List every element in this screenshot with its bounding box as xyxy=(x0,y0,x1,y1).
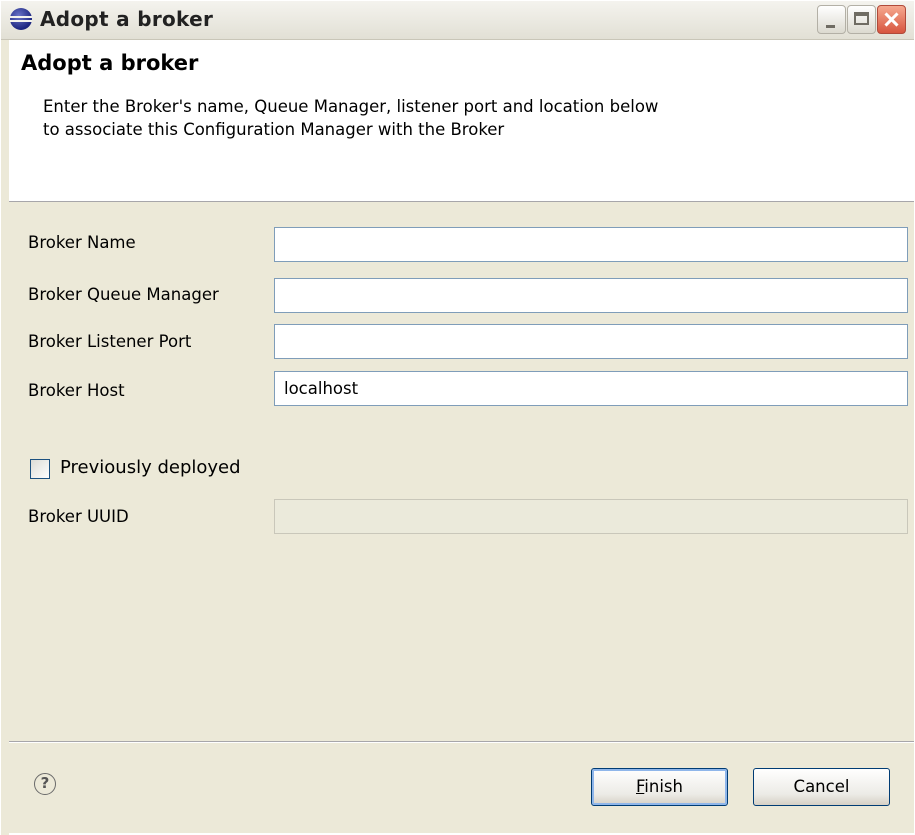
close-button[interactable] xyxy=(877,5,906,34)
broker-uuid-input xyxy=(274,499,908,534)
broker-host-input[interactable] xyxy=(274,371,908,406)
title-bar[interactable]: Adopt a broker xyxy=(1,1,914,40)
window-left-edge xyxy=(1,40,9,835)
listener-port-input[interactable] xyxy=(274,324,908,359)
previously-deployed-checkbox[interactable] xyxy=(30,459,50,479)
finish-label: inish xyxy=(644,777,683,796)
queue-manager-label: Broker Queue Manager xyxy=(28,285,219,304)
cancel-button[interactable]: Cancel xyxy=(753,768,890,806)
maximize-button[interactable] xyxy=(847,5,876,34)
wizard-title: Adopt a broker xyxy=(21,51,199,75)
broker-name-label: Broker Name xyxy=(28,233,136,252)
wizard-description: Enter the Broker's name, Queue Manager, … xyxy=(43,95,823,141)
window-title: Adopt a broker xyxy=(40,7,214,31)
wizard-description-line-1: Enter the Broker's name, Queue Manager, … xyxy=(43,97,659,116)
eclipse-icon xyxy=(10,8,32,30)
footer-separator-highlight xyxy=(9,742,914,743)
listener-port-label: Broker Listener Port xyxy=(28,332,192,351)
queue-manager-input[interactable] xyxy=(274,278,908,313)
finish-button[interactable]: Finish xyxy=(591,768,728,806)
help-icon[interactable]: ? xyxy=(34,773,56,795)
broker-host-label: Broker Host xyxy=(28,381,125,400)
broker-uuid-label: Broker UUID xyxy=(28,507,129,526)
minimize-button[interactable] xyxy=(817,5,846,34)
previously-deployed-label[interactable]: Previously deployed xyxy=(60,457,241,478)
wizard-description-line-2: to associate this Configuration Manager … xyxy=(43,120,505,139)
adopt-broker-dialog: Adopt a broker Adopt a broker Enter the … xyxy=(0,0,915,835)
broker-name-input[interactable] xyxy=(274,227,908,262)
